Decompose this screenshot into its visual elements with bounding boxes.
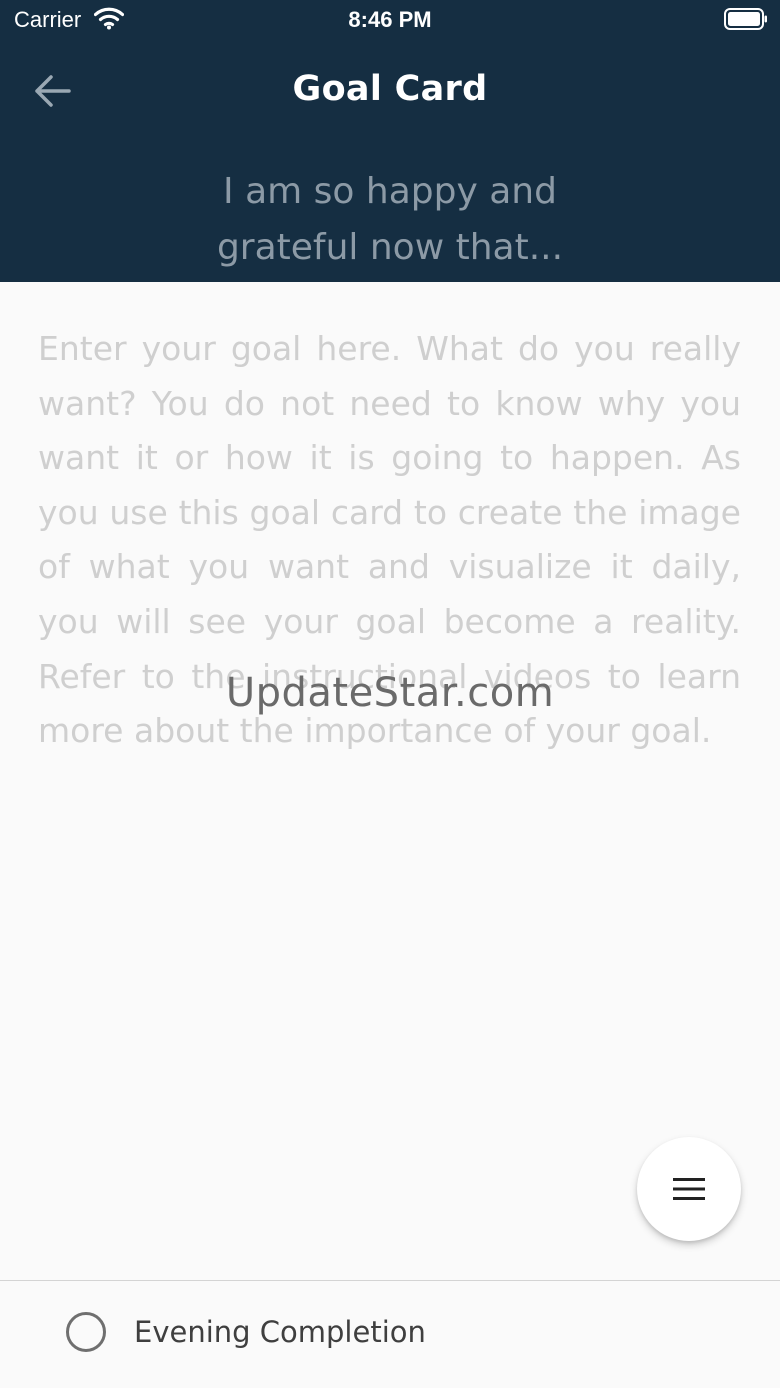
menu-button[interactable] bbox=[637, 1137, 741, 1241]
goal-prompt-line-2: grateful now that... bbox=[216, 227, 564, 268]
nav-bar: Goal Card bbox=[0, 50, 780, 134]
goal-prompt: I am so happy and grateful now that... bbox=[0, 164, 780, 276]
goal-prompt-line-1: I am so happy and bbox=[223, 171, 557, 212]
battery-icon bbox=[724, 8, 767, 30]
goal-input[interactable]: Enter your goal here. What do you really… bbox=[38, 322, 741, 822]
menu-icon bbox=[673, 1178, 705, 1200]
evening-completion-radio[interactable] bbox=[66, 1312, 106, 1352]
evening-completion-label[interactable]: Evening Completion bbox=[134, 1315, 426, 1349]
bottom-bar: Evening Completion bbox=[0, 1280, 780, 1388]
watermark: UpdateStar.com bbox=[225, 670, 555, 716]
header: Carrier 8:46 PM Goal Card I am so happy … bbox=[0, 0, 780, 282]
status-bar: Carrier 8:46 PM bbox=[0, 0, 780, 40]
page-title: Goal Card bbox=[292, 69, 488, 109]
status-time: 8:46 PM bbox=[348, 7, 432, 32]
